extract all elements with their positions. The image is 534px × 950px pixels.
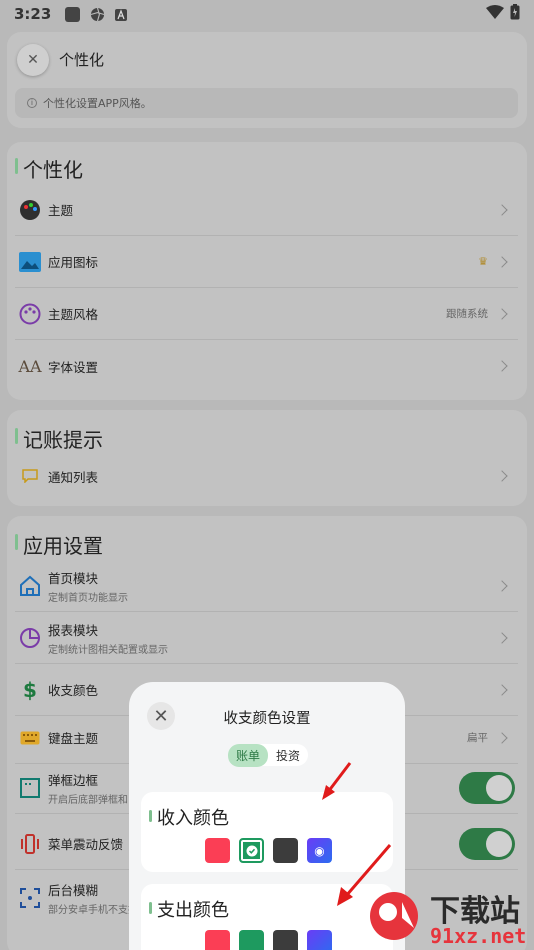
chevron-right-icon [496,307,508,320]
dollar-icon: $ [23,677,37,702]
keyboard-icon [18,726,42,750]
section-title-personalization: 个性化 [15,154,83,183]
image-icon [18,250,42,274]
row-home[interactable]: 首页模块定制首页功能显示 [15,560,518,612]
row-font[interactable]: AA 字体设置 [15,340,518,392]
chevron-right-icon [496,360,508,372]
expense-color-title: 支出颜色 [149,896,229,922]
swatch-green-selected[interactable] [239,838,264,863]
info-text: 个性化设置APP风格。 [43,97,152,110]
vibrate-icon [18,832,42,856]
row-app-icon[interactable]: 应用图标 ♛ [15,236,518,288]
row-app-icon-label: 应用图标 [48,255,99,270]
row-blur-sub: 部分安卓手机不支持 [48,905,138,916]
border-toggle[interactable] [459,771,515,804]
chevron-right-icon [496,731,508,744]
row-border-sub: 开启后底部弹框和 [48,794,128,806]
palette-small-icon: ◉ [314,843,325,858]
row-report-label: 报表模块 [48,622,99,638]
swatch-dark[interactable] [273,930,298,950]
watermark: 下载站 91xz.net [366,884,534,950]
blur-icon [18,886,42,910]
frame-icon [18,776,42,800]
expense-swatches [205,930,332,950]
info-box: i 个性化设置APP风格。 [15,88,518,118]
sheet-title: 收支颜色设置 [223,711,311,727]
chat-bubble-icon [18,464,42,488]
wifi-icon [486,5,504,23]
section-title-app: 应用设置 [15,530,103,559]
row-theme-style[interactable]: 主题风格 跟随系统 [15,288,518,340]
palette-icon [18,198,42,222]
tab-invest[interactable]: 投资 [268,744,308,767]
vibrate-toggle[interactable] [459,827,515,860]
chevron-right-icon [496,579,508,592]
row-font-label: 字体设置 [48,359,99,375]
swatch-red[interactable] [205,930,230,950]
row-home-sub: 定制首页功能显示 [48,592,128,604]
pie-chart-icon [18,626,42,650]
income-swatches: ◉ [205,838,332,863]
palette-outline-icon [18,302,42,326]
keyboard-value: 扁平 [467,732,488,744]
notification-square-icon [65,6,81,22]
income-color-title: 收入颜色 [149,804,229,830]
chevron-right-icon [496,470,508,482]
theme-style-value: 跟随系统 [446,308,488,320]
row-theme[interactable]: 主题 [15,184,518,236]
font-a-icon [115,7,130,22]
row-theme-style-label: 主题风格 [48,307,99,322]
font-size-icon: AA [18,356,42,376]
swatch-custom[interactable]: ◉ [307,838,332,863]
segment-control: 账单 投资 [228,743,309,767]
battery-icon [510,4,520,24]
annotation-arrow-1 [322,762,352,800]
chevron-right-icon [496,255,508,268]
row-keyboard-label: 键盘主题 [48,731,99,746]
check-icon [246,845,257,856]
swatch-green[interactable] [239,930,264,950]
row-report-sub: 定制统计图相关配置或显示 [48,644,168,656]
chevron-right-icon [496,203,508,216]
row-theme-label: 主题 [48,203,74,218]
row-report[interactable]: 报表模块定制统计图相关配置或显示 [15,612,518,664]
personalization-card: 个性化 主题 应用图标 ♛ 主题风格 跟随系统 AA 字体设置 [7,142,527,400]
swatch-red[interactable] [205,838,230,863]
swatch-dark[interactable] [273,838,298,863]
header-card: ✕ 个性化 i 个性化设置APP风格。 [7,32,527,128]
watermark-logo-icon [370,892,418,940]
home-icon [18,574,42,598]
status-bar: 3:23 [0,0,534,28]
close-button[interactable]: ✕ [17,44,49,76]
tab-bill[interactable]: 账单 [228,743,269,767]
chevron-right-icon [496,631,508,644]
close-icon: ✕ [27,52,39,68]
reminder-card: 记账提示 通知列表 [7,410,527,506]
row-home-label: 首页模块 [48,570,99,586]
swatch-custom[interactable] [307,930,332,950]
section-title-reminder: 记账提示 [15,424,103,453]
row-vibrate-label: 菜单震动反馈 [48,837,124,852]
row-blur-label: 后台模糊 [48,883,99,898]
row-notify-label: 通知列表 [48,469,99,485]
aperture-icon [90,7,105,22]
row-notify[interactable]: 通知列表 [15,450,518,502]
row-border-label: 弹框边框 [48,772,99,788]
watermark-url: 91xz.net [430,924,527,948]
page-title: 个性化 [59,51,105,69]
status-time: 3:23 [14,5,52,23]
crown-icon: ♛ [478,255,488,268]
info-icon: i [27,98,37,108]
row-colors-label: 收支颜色 [48,683,99,698]
chevron-right-icon [496,683,508,696]
